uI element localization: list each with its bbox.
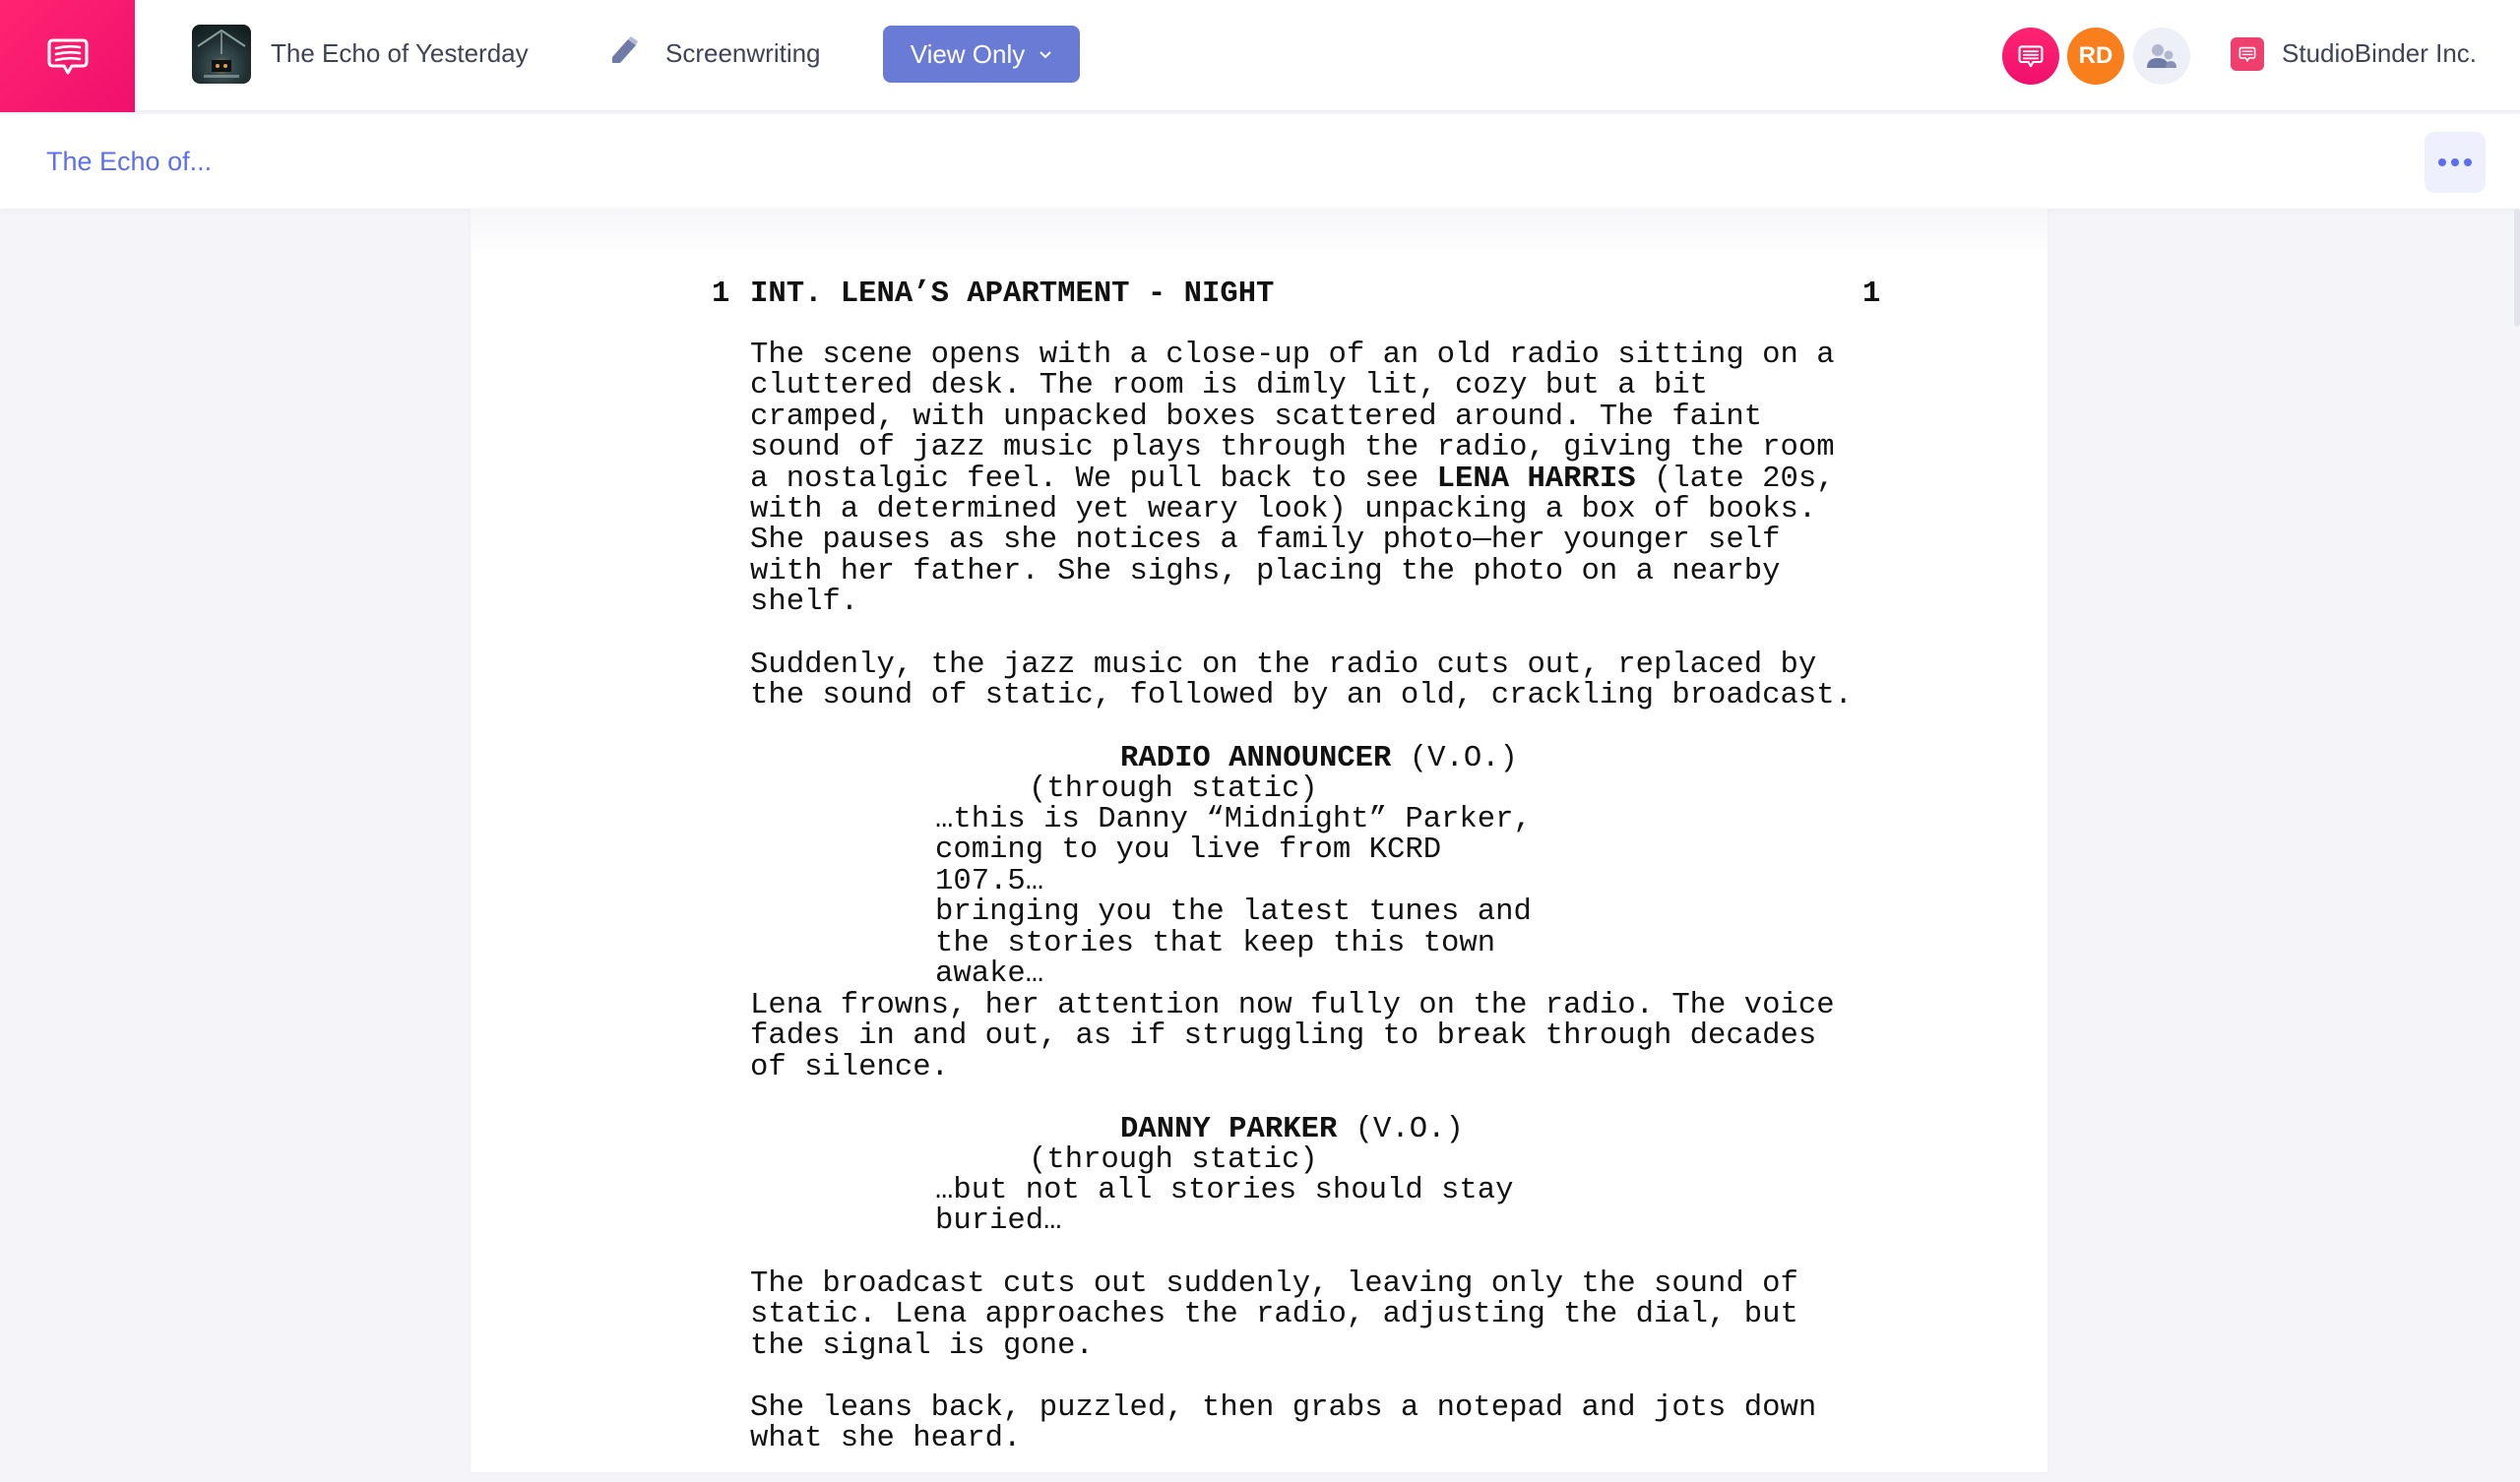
ellipsis-icon-dot: [2464, 158, 2472, 166]
chevron-down-icon: [1039, 48, 1052, 62]
breadcrumb-script-title[interactable]: The Echo of...: [46, 142, 212, 181]
document-toolbar: The Echo of...: [0, 114, 2520, 209]
top-navigation-bar: The Echo of Yesterday Screenwriting View…: [0, 0, 2520, 112]
ellipsis-icon-dot: [2438, 158, 2446, 166]
project-thumbnail[interactable]: [192, 25, 251, 84]
dialogue-block: …this is Danny “Midnight” Parker, coming…: [935, 803, 1532, 992]
page-top-shade: [471, 209, 2048, 258]
chat-bubble-icon: [47, 38, 88, 75]
more-options-button[interactable]: [2425, 132, 2486, 193]
action-block: The broadcast cuts out suddenly, leaving…: [750, 1267, 1798, 1363]
chat-bubble-icon: [2018, 45, 2044, 68]
character-cue: RADIO ANNOUNCER (V.O.): [1120, 742, 1518, 775]
page-scrollbar[interactable]: [2514, 209, 2520, 327]
pencil-icon: [612, 36, 638, 63]
chat-bubble-icon: [2238, 46, 2256, 62]
view-mode-label: View Only: [910, 38, 1026, 69]
character-intro: LENA HARRIS: [1436, 462, 1636, 496]
scene-heading-text: INT. LENA’S APARTMENT - NIGHT: [750, 278, 1275, 311]
action-block: Suddenly, the jazz music on the radio cu…: [750, 648, 1853, 713]
character-extension: (V.O.): [1337, 1113, 1464, 1146]
action-block: Lena frowns, her attention now fully on …: [750, 989, 1835, 1084]
team-members-button[interactable]: [2133, 28, 2190, 85]
action-block: She leans back, puzzled, then grabs a no…: [750, 1391, 1817, 1456]
character-name: RADIO ANNOUNCER: [1120, 742, 1392, 775]
module-screenwriting-label[interactable]: Screenwriting: [665, 33, 821, 73]
character-extension: (V.O.): [1391, 742, 1518, 775]
ellipsis-icon-dot: [2451, 158, 2459, 166]
character-cue: DANNY PARKER (V.O.): [1120, 1113, 1464, 1146]
poster-image-icon: [197, 29, 246, 78]
avatar-studiobinder[interactable]: [2002, 28, 2059, 85]
scene-number-left: 1: [712, 278, 730, 311]
view-mode-dropdown[interactable]: View Only: [883, 26, 1080, 83]
organization-name[interactable]: StudioBinder Inc.: [2282, 33, 2477, 73]
project-title[interactable]: The Echo of Yesterday: [271, 33, 529, 73]
avatar-initials: RD: [2078, 42, 2113, 69]
character-name: DANNY PARKER: [1120, 1113, 1338, 1146]
parenthetical: (through static): [1029, 1143, 1318, 1177]
script-page: 1 INT. LENA’S APARTMENT - NIGHT 1 The sc…: [471, 209, 2048, 1472]
users-icon: [2147, 44, 2176, 68]
avatar-user-rd[interactable]: RD: [2067, 28, 2124, 85]
action-block: The scene opens with a close-up of an ol…: [750, 340, 1872, 619]
dialogue-block: …but not all stories should stay buried…: [935, 1174, 1514, 1239]
app-logo-button[interactable]: [0, 0, 135, 112]
org-logo[interactable]: [2231, 37, 2264, 71]
parenthetical: (through static): [1029, 772, 1318, 806]
scene-number-right: 1: [1862, 278, 1881, 311]
